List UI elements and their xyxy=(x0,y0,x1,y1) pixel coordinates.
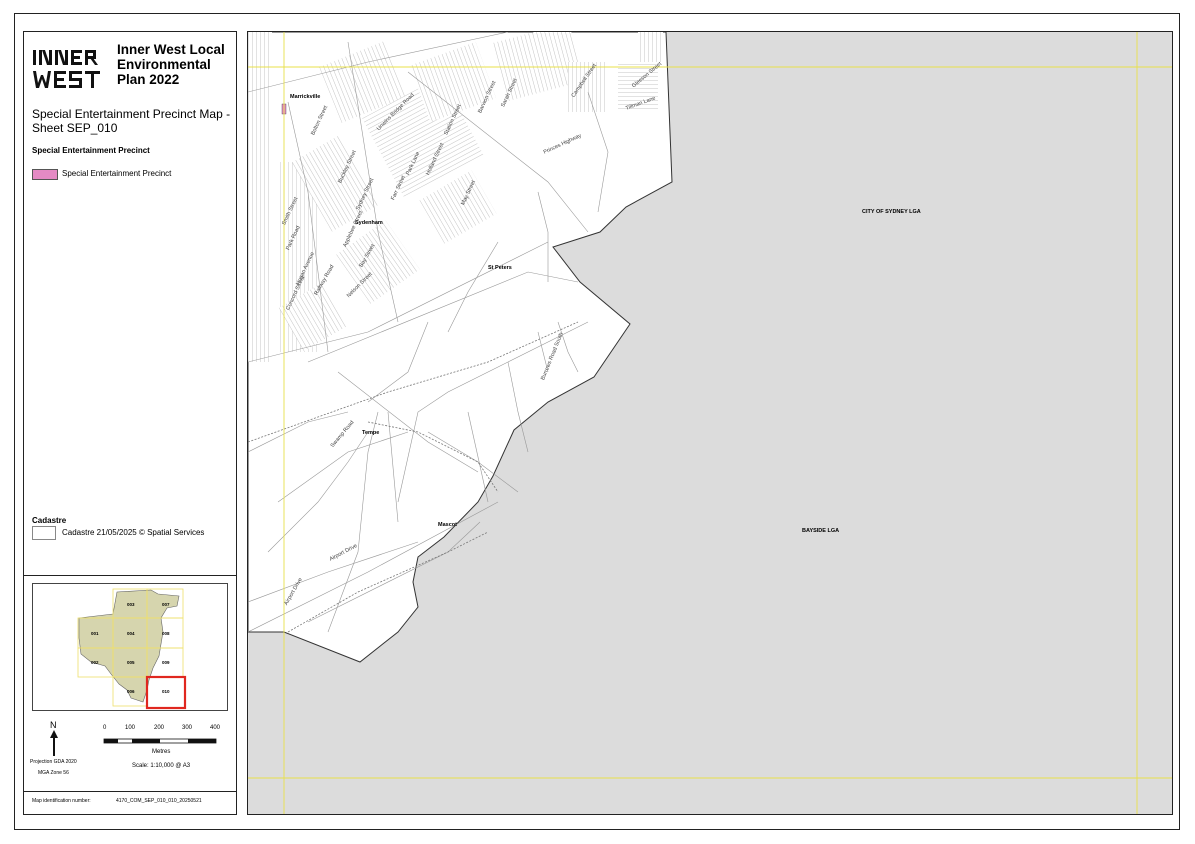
suburb-label: Tempe xyxy=(362,430,380,436)
map-id-label: Map identification number: xyxy=(32,798,91,804)
projection-text: Projection GDA 2020 xyxy=(30,759,77,765)
map-view[interactable]: Marrickville Sydenham St Peters Tempe Ma… xyxy=(247,31,1173,815)
scale-tick-label: 300 xyxy=(182,725,193,731)
panel-divider xyxy=(24,575,236,576)
scale-tick-label: 0 xyxy=(103,725,107,731)
footer-divider xyxy=(24,791,236,792)
scale-units: Metres xyxy=(152,749,171,755)
sheet-label: 002 xyxy=(91,660,99,665)
precinct-legend-label: Special Entertainment Precinct xyxy=(62,169,172,178)
sheet-label: 010 xyxy=(162,689,170,694)
map-title: Special Entertainment Precinct Map - She… xyxy=(32,107,231,135)
scale-bar-graphic xyxy=(103,738,217,744)
sheet-label: 007 xyxy=(162,602,170,607)
precinct-swatch xyxy=(32,169,58,180)
sheet-label: 003 xyxy=(127,602,135,607)
sheet-label: 001 xyxy=(91,631,99,636)
cadastre-legend-label: Cadastre 21/05/2025 © Spatial Services xyxy=(62,528,205,537)
sheet-label: 009 xyxy=(162,660,170,665)
legend-panel: Inner West Local Environmental Plan 2022… xyxy=(23,31,237,815)
map-graphic xyxy=(248,32,1172,814)
scale-tick-label: 200 xyxy=(154,725,165,731)
inner-west-logo xyxy=(33,50,100,88)
suburb-label: Mascot xyxy=(438,522,457,528)
map-id-value: 4170_COM_SEP_010_010_20250521 xyxy=(116,798,202,804)
cadastre-swatch xyxy=(32,526,56,540)
scale-tick-label: 400 xyxy=(210,725,221,731)
sheet-label: 008 xyxy=(162,631,170,636)
scale-tick-label: 100 xyxy=(125,725,136,731)
projection-zone: MGA Zone 56 xyxy=(38,770,69,776)
scale-ratio: Scale: 1:10,000 @ A3 xyxy=(132,763,191,769)
north-label: N xyxy=(50,720,57,730)
suburb-label: St Peters xyxy=(488,265,512,271)
sheet-label: 005 xyxy=(127,660,135,665)
lga-label: BAYSIDE LGA xyxy=(802,528,840,534)
sheet-label: 006 xyxy=(127,689,135,694)
index-map: 003 007 001 004 008 002 005 009 006 010 xyxy=(32,583,228,711)
cadastre-heading: Cadastre xyxy=(32,516,67,525)
legend-heading: Special Entertainment Precinct xyxy=(32,146,150,155)
lga-label: CITY OF SYDNEY LGA xyxy=(862,209,921,215)
plan-title: Inner West Local Environmental Plan 2022 xyxy=(117,42,225,87)
sheet-label: 004 xyxy=(127,631,135,636)
suburb-label: Marrickville xyxy=(290,94,321,100)
